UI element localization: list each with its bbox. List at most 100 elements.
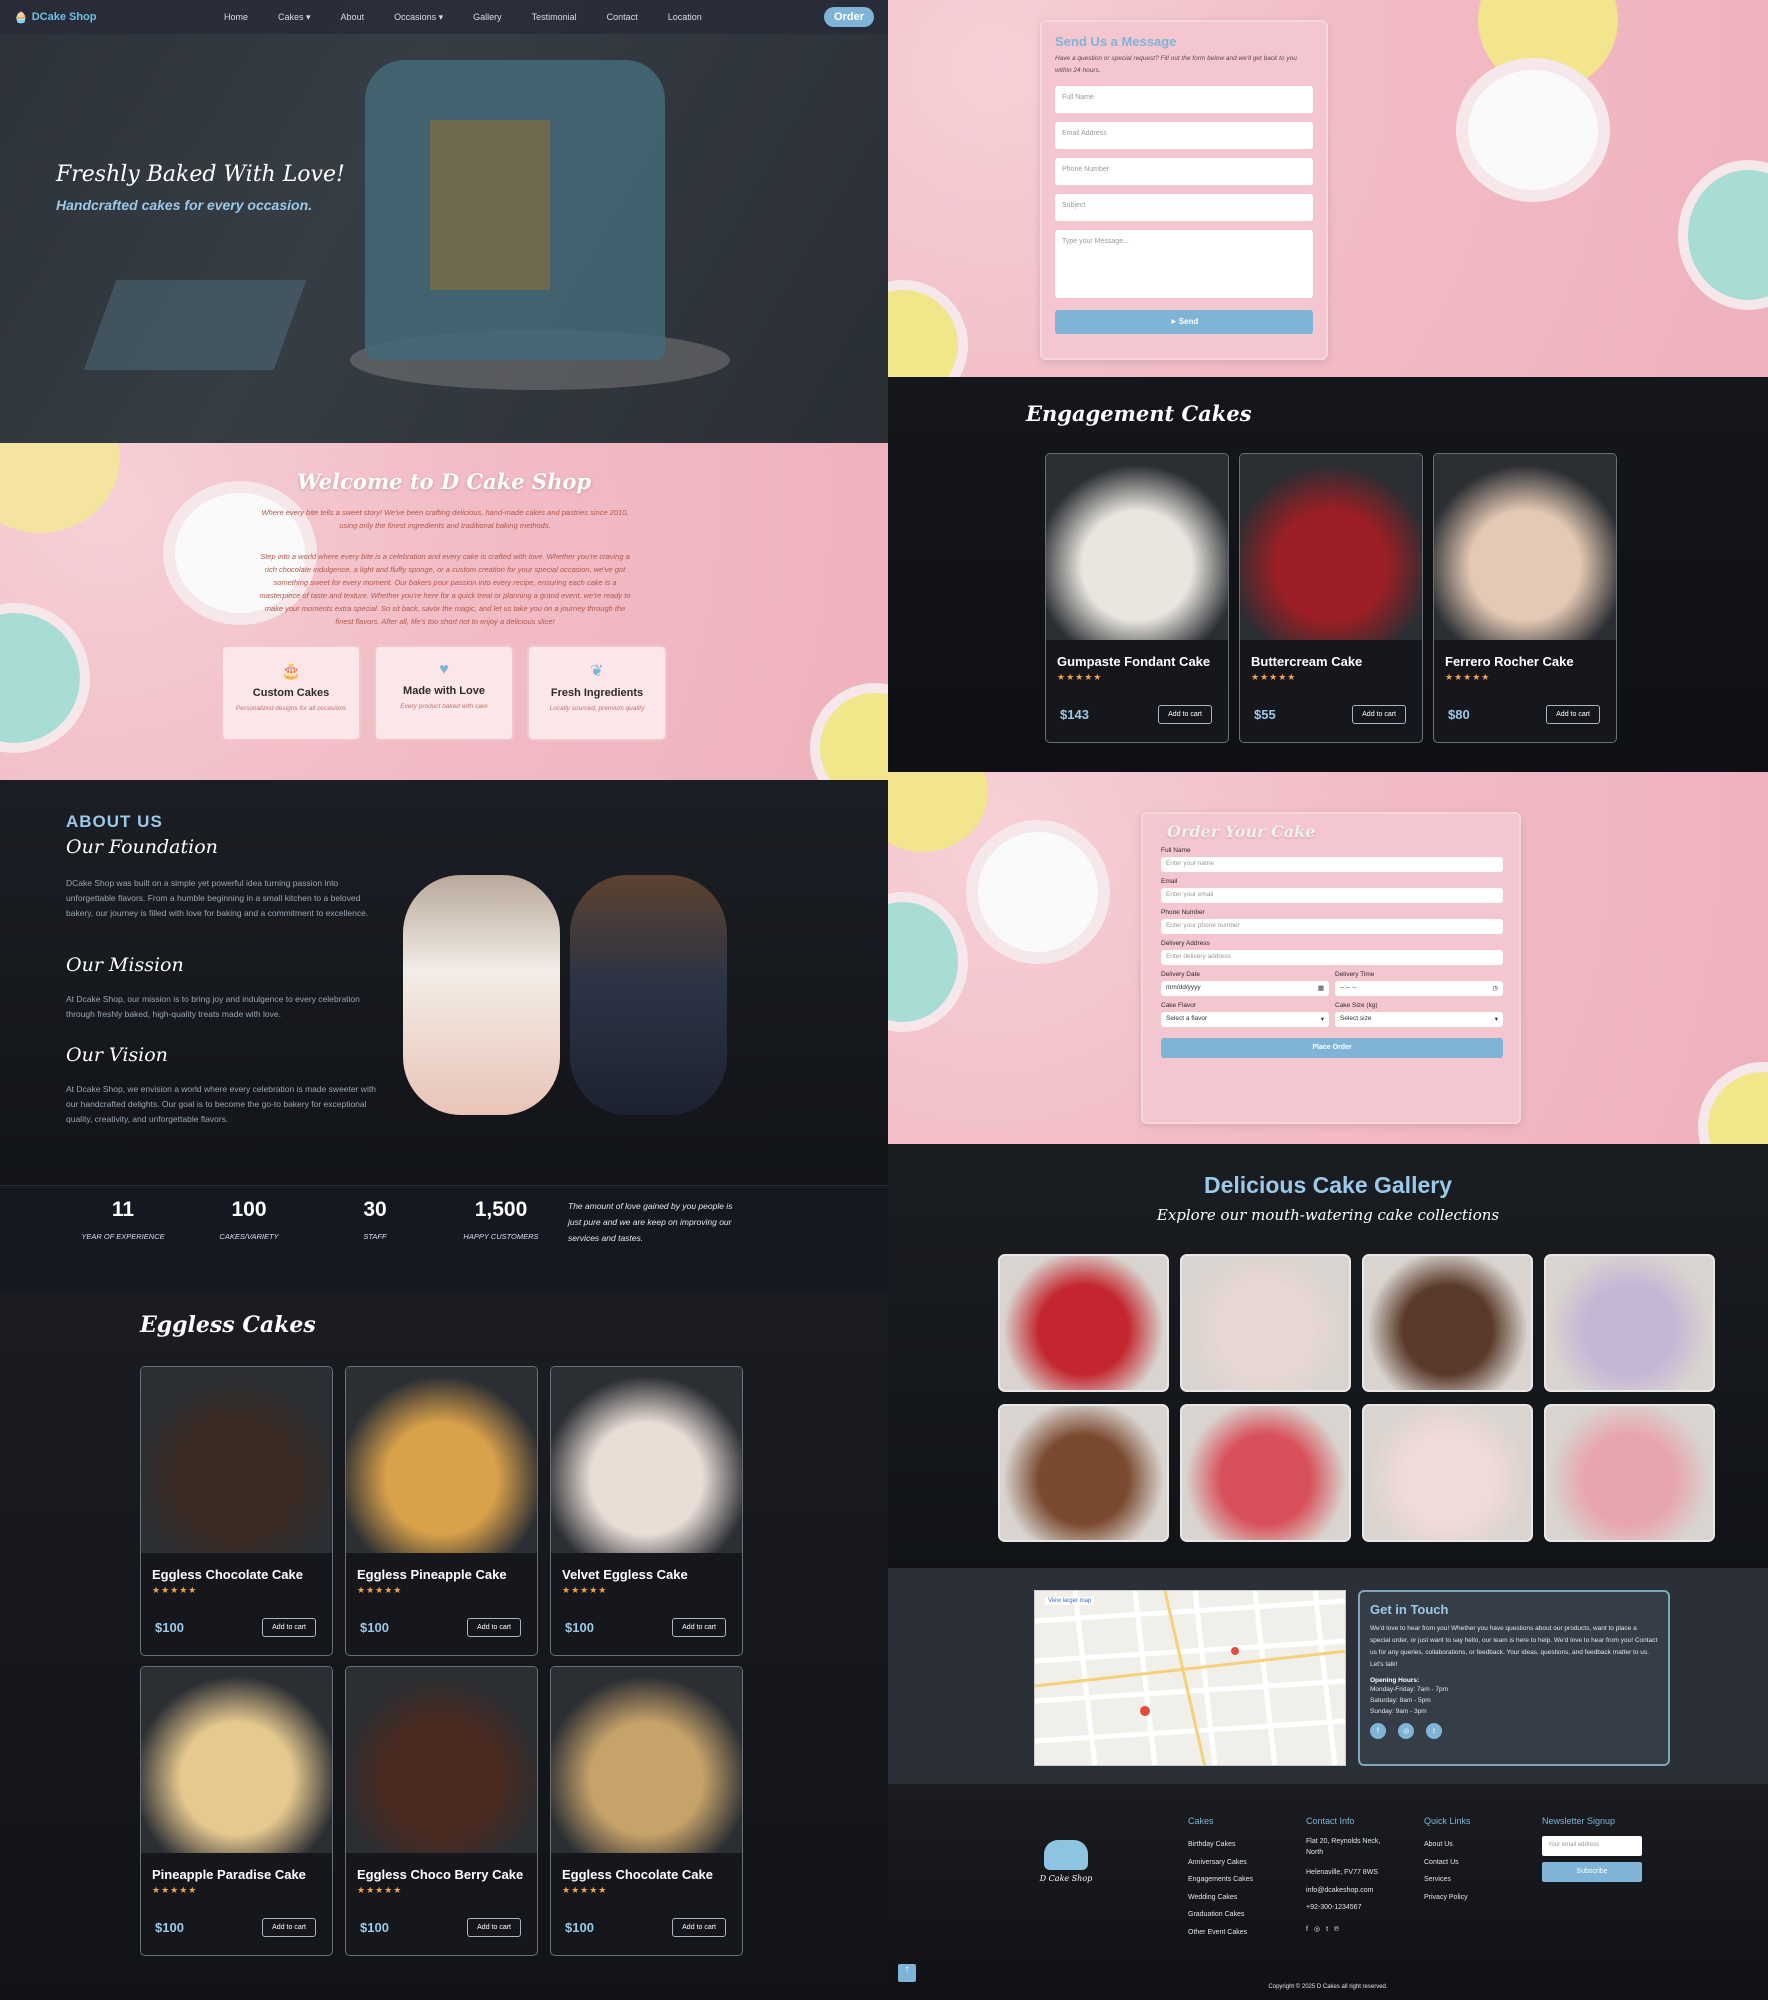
opening-hours-title: Opening Hours: [1370, 1677, 1420, 1684]
add-to-cart-button[interactable]: Add to cart [262, 1618, 316, 1637]
gallery-image[interactable] [1544, 1254, 1715, 1392]
message-textarea[interactable]: Type your Message... [1055, 230, 1313, 298]
nav-link-cakes[interactable]: Cakes ▾ [278, 12, 311, 23]
hero-overlay [0, 0, 888, 443]
gallery-image[interactable] [1544, 1404, 1715, 1542]
facebook-icon[interactable]: f [1306, 1926, 1314, 1933]
nav-link-about[interactable]: About [341, 12, 365, 23]
subscribe-button[interactable]: Subscribe [1542, 1862, 1642, 1882]
feature-title: Custom Cakes [252, 687, 330, 699]
footer-logo[interactable]: D Cake Shop [1036, 1840, 1096, 1883]
gallery-image[interactable] [1362, 1404, 1533, 1542]
stat-staff: 30 STAFF [328, 1198, 422, 1241]
nav-link-contact[interactable]: Contact [607, 12, 638, 23]
rating-stars-icon: ★★★★★ [152, 1585, 198, 1595]
instagram-icon[interactable]: ◎ [1314, 1926, 1326, 1933]
facebook-icon[interactable]: f [1370, 1723, 1386, 1739]
cupcake-decoration [978, 832, 1098, 952]
footer-link-about[interactable]: About Us [1424, 1836, 1471, 1854]
mission-text: At Dcake Shop, our mission is to bring j… [66, 994, 360, 1019]
footer-link-contact[interactable]: Contact Us [1424, 1854, 1471, 1872]
map-embed[interactable]: View larger map [1034, 1590, 1346, 1766]
footer-link-wedding[interactable]: Wedding Cakes [1188, 1889, 1253, 1907]
add-to-cart-button[interactable]: Add to cart [672, 1918, 726, 1937]
product-name: Eggless Choco Berry Cake [357, 1867, 524, 1882]
order-email-input[interactable]: Enter your email [1161, 888, 1503, 903]
product-price: $143 [1060, 707, 1089, 722]
gallery-image[interactable] [998, 1404, 1169, 1542]
order-name-input[interactable]: Enter your name [1161, 857, 1503, 872]
add-to-cart-button[interactable]: Add to cart [1546, 705, 1600, 724]
view-larger-map-link[interactable]: View larger map [1045, 1597, 1095, 1605]
add-to-cart-button[interactable]: Add to cart [262, 1918, 316, 1937]
brand-logo[interactable]: 🧁 DCake Shop [14, 11, 224, 24]
phone-input[interactable]: Phone Number [1055, 158, 1313, 185]
footer-link-anniversary[interactable]: Anniversary Cakes [1188, 1854, 1253, 1872]
footer-link-services[interactable]: Services [1424, 1871, 1471, 1889]
about-section: ABOUT US Our Foundation DCake Shop was b… [0, 780, 888, 1185]
cupcake-decoration [0, 613, 80, 743]
flavor-select[interactable]: Select a flavor ▾ [1161, 1012, 1329, 1027]
product-card: Eggless Pineapple Cake ★★★★★ $100 Add to ca… [345, 1366, 538, 1656]
rating-stars-icon: ★★★★★ [1445, 672, 1491, 682]
nav-link-home[interactable]: Home [224, 12, 248, 23]
foundation-title: Our Foundation [66, 836, 218, 858]
send-button[interactable]: ➤ Send [1055, 310, 1313, 334]
twitter-icon[interactable]: t [1326, 1926, 1334, 1933]
footer-email[interactable]: info@dcakeshop.com [1306, 1882, 1396, 1900]
order-phone-input[interactable]: Enter your phone number [1161, 919, 1503, 934]
get-in-touch-title: Get in Touch [1370, 1602, 1449, 1617]
eggless-section: Eggless Cakes Eggless Chocolate Cake ★★★★… [0, 1292, 888, 2000]
footer-contact-column: Contact Info Flat 20, Reynolds Neck, Nor… [1306, 1816, 1396, 1938]
size-select[interactable]: Select size ▾ [1335, 1012, 1503, 1027]
gallery-image[interactable] [998, 1254, 1169, 1392]
hours-saturday: Saturday: 8am - 5pm [1370, 1697, 1431, 1704]
instagram-icon[interactable]: ◎ [1398, 1723, 1414, 1739]
back-to-top-button[interactable]: ↑ [898, 1964, 916, 1982]
newsletter-email-input[interactable]: Your email address [1542, 1836, 1642, 1856]
add-to-cart-button[interactable]: Add to cart [1158, 705, 1212, 724]
send-label: Send [1178, 317, 1199, 326]
footer-link-birthday[interactable]: Birthday Cakes [1188, 1836, 1253, 1854]
rating-stars-icon: ★★★★★ [562, 1885, 608, 1895]
gallery-image[interactable] [1180, 1404, 1351, 1542]
nav-link-location[interactable]: Location [668, 12, 702, 23]
footer-link-other[interactable]: Other Event Cakes [1188, 1924, 1253, 1942]
date-value: mm/dd/yyyy [1166, 984, 1201, 991]
add-to-cart-button[interactable]: Add to cart [467, 1918, 521, 1937]
footer-cakes-column: Cakes Birthday Cakes Anniversary Cakes E… [1188, 1816, 1253, 1941]
nav-link-testimonial[interactable]: Testimonial [532, 12, 577, 23]
pinterest-icon[interactable]: ℗ [1334, 1926, 1345, 1933]
gallery-image[interactable] [1362, 1254, 1533, 1392]
delivery-time-input[interactable]: --:-- -- ◷ [1335, 981, 1503, 996]
nav-link-occasions[interactable]: Occasions ▾ [394, 12, 443, 23]
order-button[interactable]: Order [824, 7, 874, 27]
place-order-button[interactable]: Place Order [1161, 1038, 1503, 1058]
subject-input[interactable]: Subject [1055, 194, 1313, 221]
nav-link-gallery[interactable]: Gallery [473, 12, 502, 23]
product-card: Eggless Choco Berry Cake ★★★★★ $100 Add to … [345, 1666, 538, 1956]
email-input[interactable]: Email Address [1055, 122, 1313, 149]
product-name: Pineapple Paradise Cake [152, 1867, 306, 1882]
gallery-image[interactable] [1180, 1254, 1351, 1392]
footer-link-privacy[interactable]: Privacy Policy [1424, 1889, 1471, 1907]
footer-phone[interactable]: +92-300-1234567 [1306, 1899, 1396, 1917]
location-section: View larger map Get in Touch We'd love t… [888, 1568, 1768, 1784]
add-to-cart-button[interactable]: Add to cart [672, 1618, 726, 1637]
about-label: ABOUT US [66, 812, 163, 831]
hero-title: Freshly Baked With Love! [56, 162, 345, 187]
send-icon: ➤ [1169, 317, 1179, 326]
feature-desc: Locally sourced, premium quality [549, 705, 645, 712]
stat-number: 100 [231, 1198, 267, 1221]
cupcake-decoration [888, 902, 958, 1022]
add-to-cart-button[interactable]: Add to cart [467, 1618, 521, 1637]
delivery-date-input[interactable]: mm/dd/yyyy ▦ [1161, 981, 1329, 996]
twitter-icon[interactable]: t [1426, 1723, 1442, 1739]
order-address-input[interactable]: Enter delivery address [1161, 950, 1503, 965]
full-name-input[interactable]: Full Name [1055, 86, 1313, 113]
gallery-subtitle: Explore our mouth-watering cake collecti… [1156, 1206, 1500, 1224]
footer-link-engagements[interactable]: Engagements Cakes [1188, 1871, 1253, 1889]
footer-link-graduation[interactable]: Graduation Cakes [1188, 1906, 1253, 1924]
footer-links-column: Quick Links About Us Contact Us Services… [1424, 1816, 1471, 1906]
add-to-cart-button[interactable]: Add to cart [1352, 705, 1406, 724]
